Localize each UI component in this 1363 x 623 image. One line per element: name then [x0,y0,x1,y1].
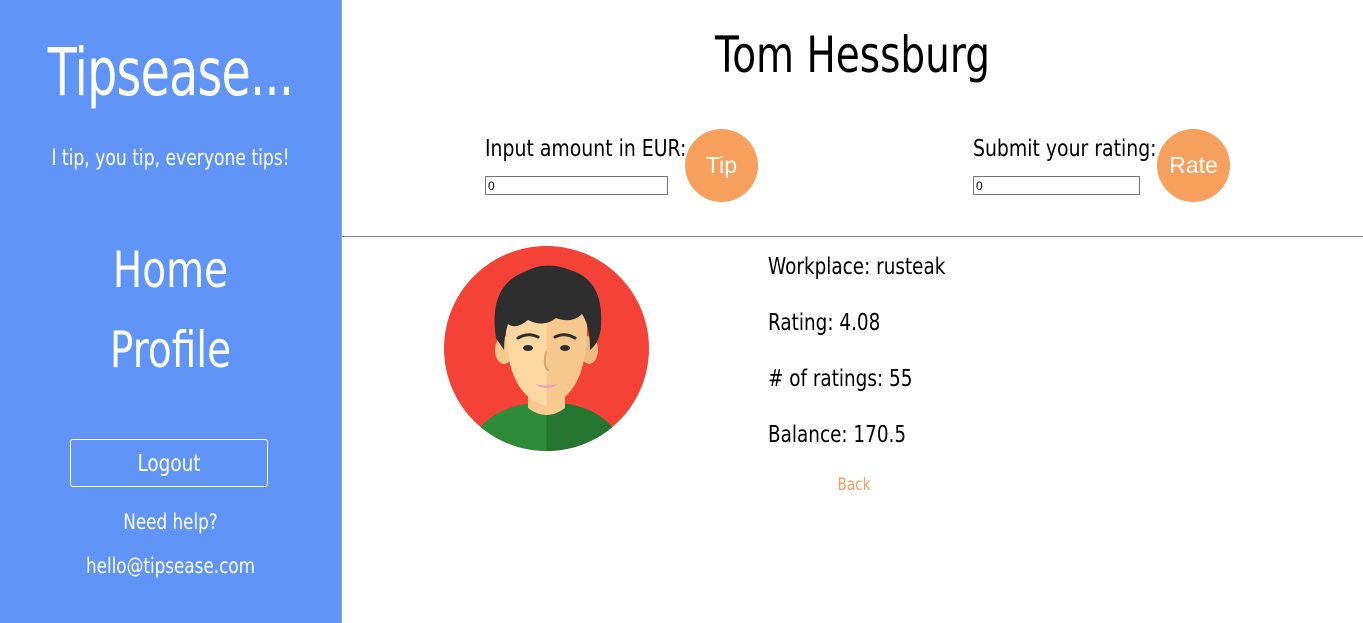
logout-button-label: Logout [137,451,201,477]
help-text: Need help? [123,510,218,534]
rating-input[interactable] [973,176,1140,195]
tip-amount-input[interactable] [485,176,668,195]
brand-tagline: I tip, you tip, everyone tips! [51,146,290,171]
support-email-link[interactable]: hello@tipsease.com [34,554,307,578]
back-link[interactable]: Back [785,475,923,495]
rate-button[interactable]: Rate [1157,129,1230,202]
rating-text: Rating: 4.08 [768,310,881,336]
sidebar: Tipsease... I tip, you tip, everyone tip… [0,0,342,623]
nav-profile-link[interactable]: Profile [38,325,304,375]
balance-text: Balance: 170.5 [768,422,907,448]
tip-amount-label: Input amount in EUR: [485,136,687,162]
ratings-count-text: # of ratings: 55 [768,366,913,392]
nav-home-link[interactable]: Home [38,245,304,295]
rating-label: Submit your rating: [973,136,1157,162]
brand-title: Tipsease... [47,34,294,111]
tip-button[interactable]: Tip [685,129,758,202]
section-divider [342,236,1363,237]
workplace-text: Workplace: rusteak [768,254,946,280]
page: Tipsease... I tip, you tip, everyone tip… [0,0,1363,623]
logout-button[interactable]: Logout [70,439,268,487]
user-avatar-icon [444,246,649,451]
page-title: Tom Hessburg [715,26,990,84]
